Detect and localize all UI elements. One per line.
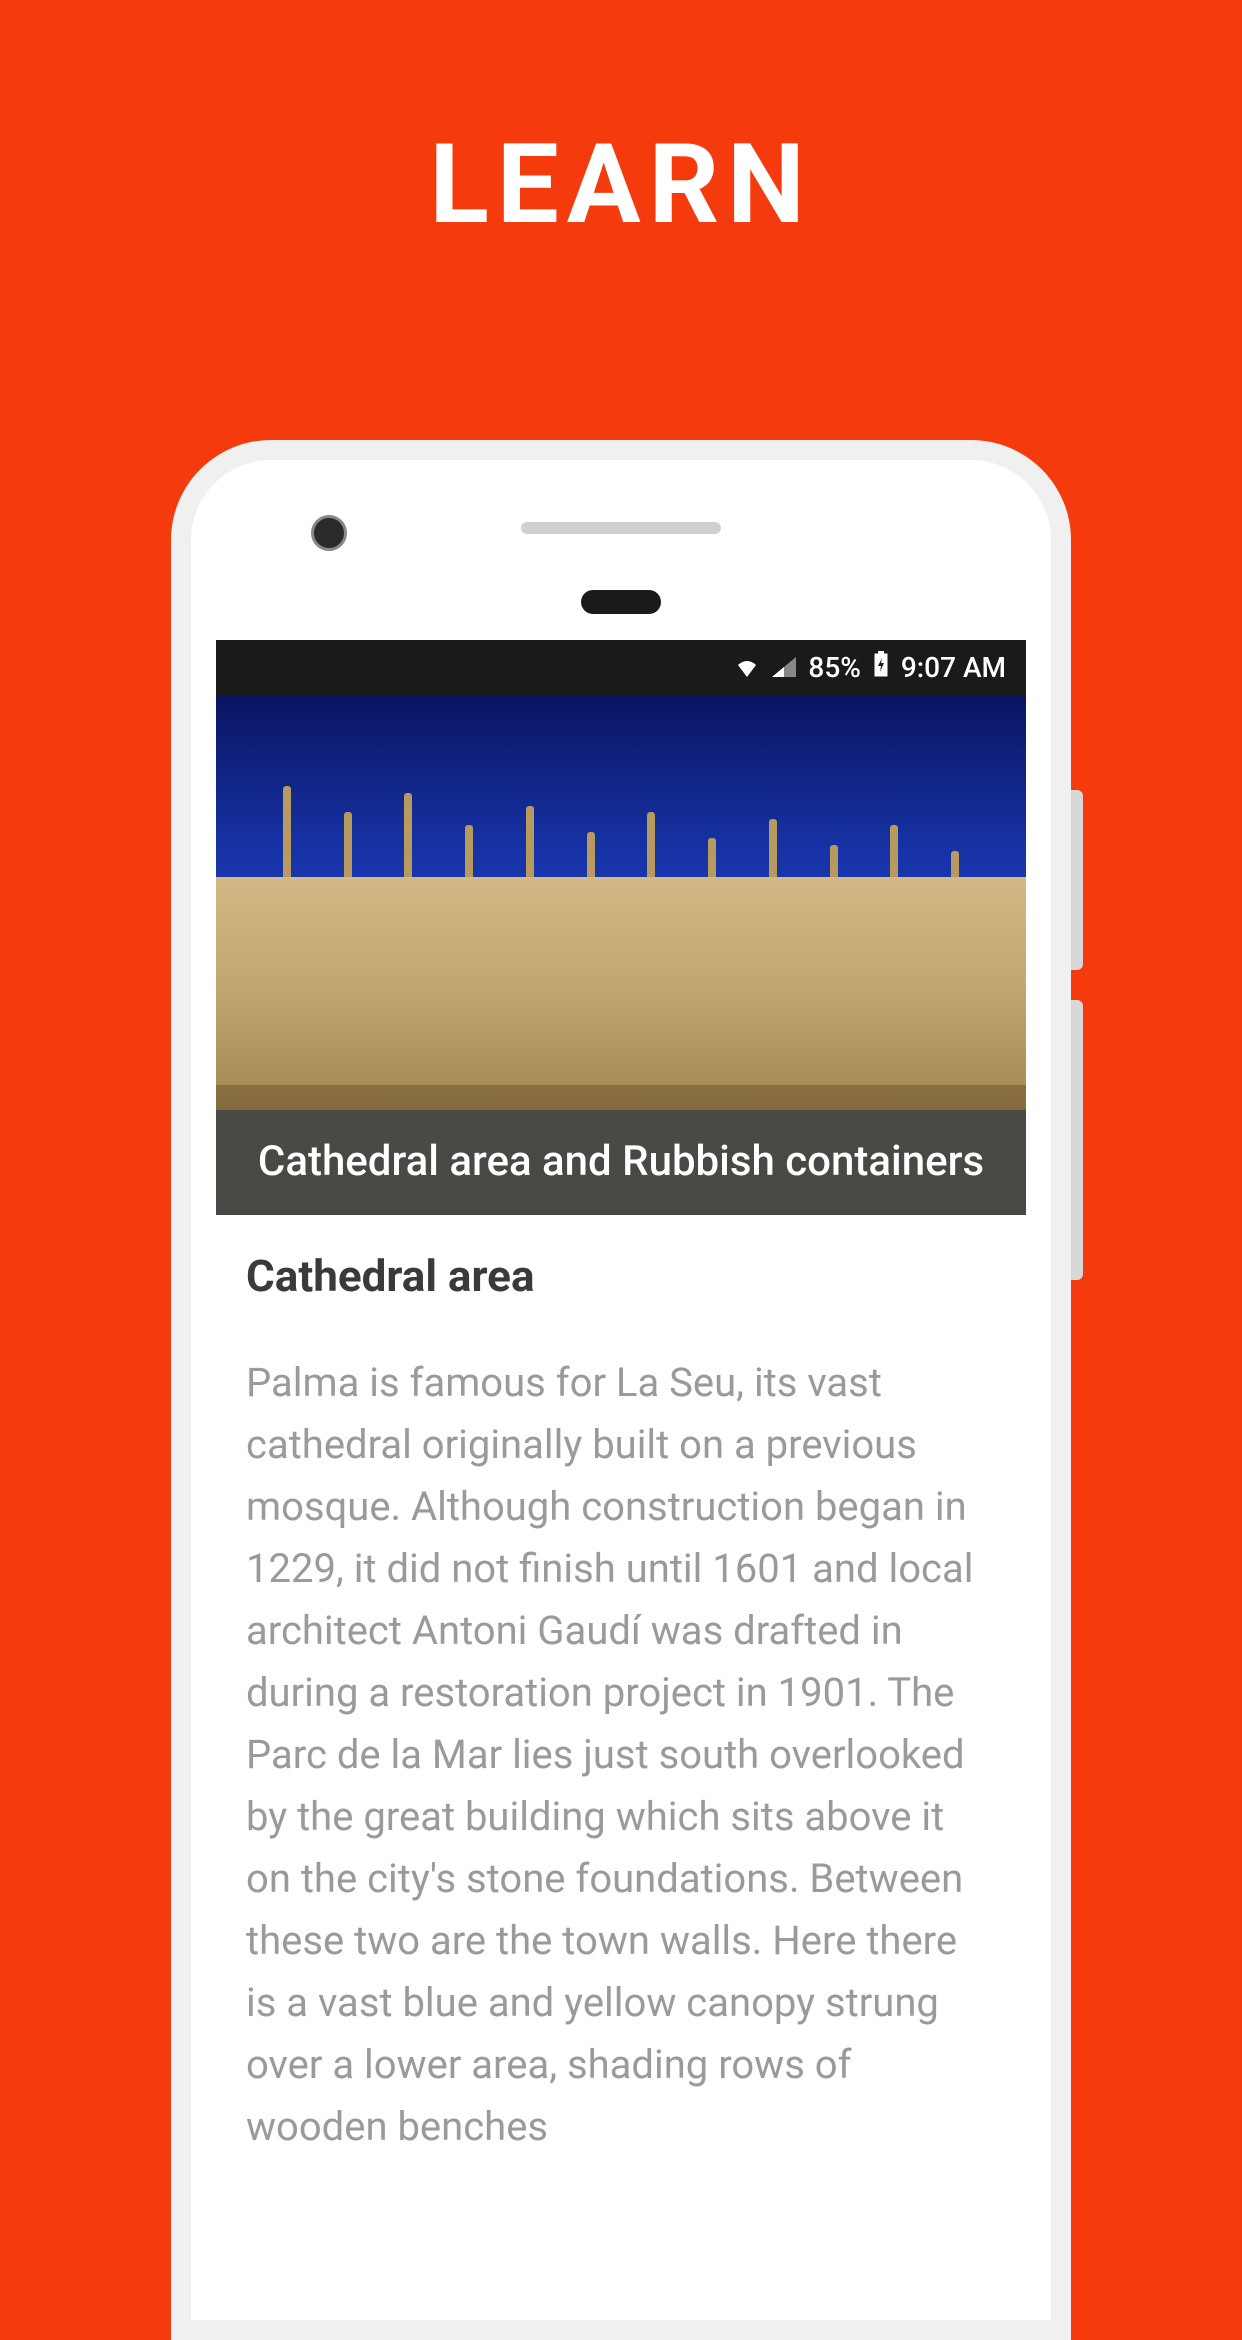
- phone-speaker: [521, 522, 721, 534]
- phone-camera: [311, 515, 347, 551]
- wifi-icon: [734, 651, 760, 684]
- page-title: LEARN: [0, 120, 1242, 249]
- article-content[interactable]: Cathedral area Palma is famous for La Se…: [216, 1215, 1026, 2193]
- image-caption: Cathedral area and Rubbish containers: [236, 1135, 1006, 1190]
- battery-charging-icon: [873, 651, 889, 684]
- phone-body: 85% 9:07 AM: [191, 460, 1051, 2320]
- hero-image[interactable]: Cathedral area and Rubbish containers: [216, 695, 1026, 1215]
- section-title: Cathedral area: [246, 1250, 996, 1302]
- phone-frame: 85% 9:07 AM: [171, 440, 1071, 2340]
- phone-power-button: [1071, 1000, 1083, 1280]
- phone-volume-button: [1071, 790, 1083, 970]
- article-body: Palma is famous for La Seu, its vast cat…: [246, 1352, 996, 2158]
- battery-percent: 85%: [808, 651, 860, 684]
- image-caption-bar: Cathedral area and Rubbish containers: [216, 1110, 1026, 1215]
- signal-icon: [772, 651, 796, 684]
- status-time: 9:07 AM: [901, 651, 1006, 684]
- phone-screen: 85% 9:07 AM: [216, 640, 1026, 2320]
- phone-sensor: [581, 590, 661, 614]
- status-bar: 85% 9:07 AM: [216, 640, 1026, 695]
